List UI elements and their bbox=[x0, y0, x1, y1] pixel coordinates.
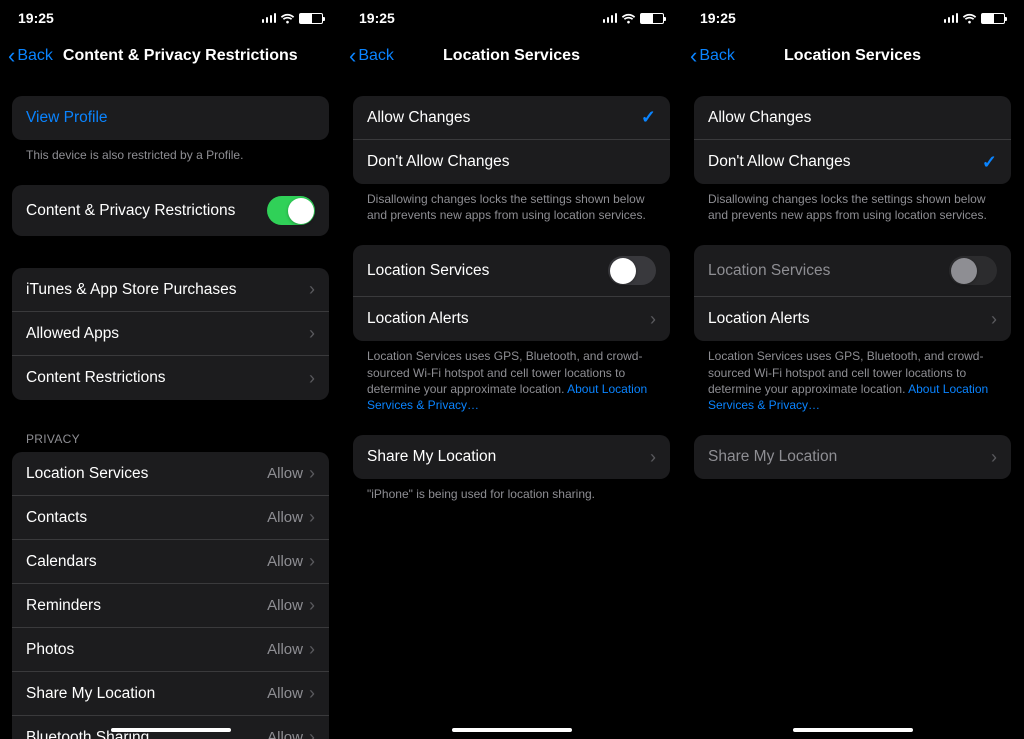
deny-note: Disallowing changes locks the settings s… bbox=[353, 191, 670, 223]
content-privacy-label: Content & Privacy Restrictions bbox=[26, 202, 267, 220]
nav-bar: ‹ Back Location Services bbox=[341, 34, 682, 78]
chevron-left-icon: ‹ bbox=[690, 43, 697, 69]
privacy-calendars-row[interactable]: CalendarsAllow› bbox=[12, 540, 329, 584]
nav-bar: ‹ Back Location Services bbox=[682, 34, 1023, 78]
privacy-header: PRIVACY bbox=[12, 432, 329, 452]
content-restrictions-row[interactable]: Content Restrictions› bbox=[12, 356, 329, 400]
page-title: Location Services bbox=[443, 47, 580, 65]
back-label: Back bbox=[699, 47, 735, 65]
dont-allow-changes-row[interactable]: Don't Allow Changes ✓ bbox=[694, 140, 1011, 184]
allowed-apps-row[interactable]: Allowed Apps› bbox=[12, 312, 329, 356]
share-my-location-row[interactable]: Share My Location › bbox=[694, 435, 1011, 479]
back-label: Back bbox=[17, 47, 53, 65]
page-title: Location Services bbox=[784, 47, 921, 65]
checkmark-icon: ✓ bbox=[982, 152, 997, 173]
location-services-toggle-row[interactable]: Location Services bbox=[353, 245, 670, 297]
chevron-right-icon: › bbox=[991, 447, 997, 468]
chevron-right-icon: › bbox=[309, 551, 315, 572]
privacy-share-location-row[interactable]: Share My LocationAllow› bbox=[12, 672, 329, 716]
wifi-icon bbox=[280, 13, 295, 24]
back-button[interactable]: ‹ Back bbox=[349, 43, 394, 69]
chevron-right-icon: › bbox=[309, 683, 315, 704]
profile-note: This device is also restricted by a Prof… bbox=[12, 147, 329, 163]
status-time: 19:25 bbox=[18, 10, 54, 26]
home-indicator[interactable] bbox=[452, 728, 572, 732]
privacy-reminders-row[interactable]: RemindersAllow› bbox=[12, 584, 329, 628]
home-indicator[interactable] bbox=[793, 728, 913, 732]
nav-bar: ‹ Back Content & Privacy Restrictions bbox=[0, 34, 341, 78]
chevron-right-icon: › bbox=[309, 323, 315, 344]
location-services-note: Location Services uses GPS, Bluetooth, a… bbox=[694, 348, 1011, 413]
allow-changes-row[interactable]: Allow Changes ✓ bbox=[353, 96, 670, 140]
battery-icon bbox=[981, 13, 1005, 24]
chevron-right-icon: › bbox=[991, 309, 997, 330]
status-icons bbox=[603, 13, 665, 24]
chevron-right-icon: › bbox=[650, 309, 656, 330]
chevron-right-icon: › bbox=[309, 368, 315, 389]
back-button[interactable]: ‹ Back bbox=[690, 43, 735, 69]
location-services-switch bbox=[949, 256, 997, 285]
share-note: "iPhone" is being used for location shar… bbox=[353, 486, 670, 502]
location-services-note: Location Services uses GPS, Bluetooth, a… bbox=[353, 348, 670, 413]
back-label: Back bbox=[358, 47, 394, 65]
chevron-right-icon: › bbox=[309, 507, 315, 528]
chevron-right-icon: › bbox=[309, 595, 315, 616]
status-time: 19:25 bbox=[700, 10, 736, 26]
status-time: 19:25 bbox=[359, 10, 395, 26]
home-indicator[interactable] bbox=[111, 728, 231, 732]
view-profile-row[interactable]: View Profile bbox=[12, 96, 329, 140]
screen-location-deny: 19:25 ‹ Back Location Services Allow Cha… bbox=[682, 0, 1023, 739]
location-alerts-row[interactable]: Location Alerts › bbox=[694, 297, 1011, 341]
privacy-contacts-row[interactable]: ContactsAllow› bbox=[12, 496, 329, 540]
status-icons bbox=[944, 13, 1006, 24]
screen-content-privacy: 19:25 ‹ Back Content & Privacy Restricti… bbox=[0, 0, 341, 739]
screen-location-allow: 19:25 ‹ Back Location Services Allow Cha… bbox=[341, 0, 682, 739]
chevron-right-icon: › bbox=[309, 639, 315, 660]
chevron-right-icon: › bbox=[309, 279, 315, 300]
battery-icon bbox=[640, 13, 664, 24]
location-services-toggle-row: Location Services bbox=[694, 245, 1011, 297]
privacy-photos-row[interactable]: PhotosAllow› bbox=[12, 628, 329, 672]
content-privacy-switch[interactable] bbox=[267, 196, 315, 225]
status-bar: 19:25 bbox=[0, 8, 341, 28]
status-bar: 19:25 bbox=[341, 8, 682, 28]
page-title: Content & Privacy Restrictions bbox=[63, 47, 298, 65]
dont-allow-changes-row[interactable]: Don't Allow Changes bbox=[353, 140, 670, 184]
deny-note: Disallowing changes locks the settings s… bbox=[694, 191, 1011, 223]
chevron-right-icon: › bbox=[309, 463, 315, 484]
chevron-left-icon: ‹ bbox=[8, 43, 15, 69]
status-bar: 19:25 bbox=[682, 8, 1023, 28]
location-alerts-row[interactable]: Location Alerts › bbox=[353, 297, 670, 341]
itunes-row[interactable]: iTunes & App Store Purchases› bbox=[12, 268, 329, 312]
wifi-icon bbox=[621, 13, 636, 24]
privacy-location-services-row[interactable]: Location ServicesAllow› bbox=[12, 452, 329, 496]
allow-changes-row[interactable]: Allow Changes bbox=[694, 96, 1011, 140]
chevron-left-icon: ‹ bbox=[349, 43, 356, 69]
chevron-right-icon: › bbox=[650, 447, 656, 468]
cellular-icon bbox=[944, 13, 959, 23]
view-profile-label: View Profile bbox=[26, 109, 315, 127]
content-privacy-toggle-row[interactable]: Content & Privacy Restrictions bbox=[12, 185, 329, 236]
cellular-icon bbox=[262, 13, 277, 23]
status-icons bbox=[262, 13, 324, 24]
wifi-icon bbox=[962, 13, 977, 24]
location-services-switch[interactable] bbox=[608, 256, 656, 285]
chevron-right-icon: › bbox=[309, 727, 315, 739]
battery-icon bbox=[299, 13, 323, 24]
back-button[interactable]: ‹ Back bbox=[8, 43, 53, 69]
share-my-location-row[interactable]: Share My Location › bbox=[353, 435, 670, 479]
checkmark-icon: ✓ bbox=[641, 107, 656, 128]
cellular-icon bbox=[603, 13, 618, 23]
